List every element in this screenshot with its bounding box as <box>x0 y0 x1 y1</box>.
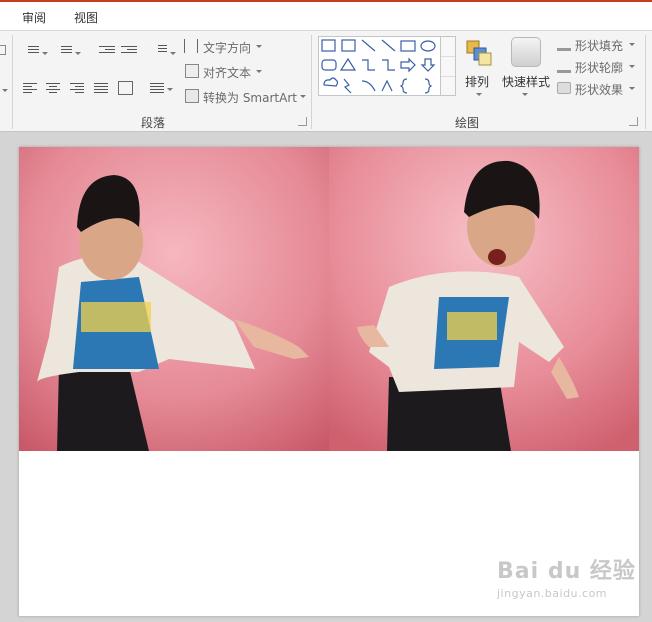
dialog-launcher-icon[interactable] <box>298 117 307 126</box>
align-text-button[interactable]: 对齐文本 <box>203 64 251 81</box>
baidu-logo: Bai du 经验 <box>497 559 636 584</box>
down-arrow-shape-icon <box>420 58 436 72</box>
slide-canvas[interactable] <box>19 147 639 616</box>
freeform-shape-icon <box>381 79 393 92</box>
chevron-down-icon <box>2 89 8 92</box>
chevron-down-icon[interactable] <box>300 95 306 98</box>
oval-shape-icon <box>420 40 436 52</box>
right-brace-icon <box>424 78 433 94</box>
arc-shape-icon <box>361 80 376 92</box>
chevron-down-icon[interactable] <box>256 70 262 73</box>
quick-styles-button[interactable]: 快速样式 <box>502 73 550 90</box>
gallery-scrollbar[interactable] <box>440 36 456 96</box>
numbering-icon[interactable] <box>56 46 72 55</box>
left-brace-icon <box>399 78 408 94</box>
justify-icon[interactable] <box>94 83 108 95</box>
chevron-down-icon[interactable] <box>256 45 262 48</box>
chevron-down-icon[interactable] <box>476 93 482 96</box>
baidu-url: jingyan.baidu.com <box>497 587 608 600</box>
columns-icon[interactable] <box>150 83 164 95</box>
arrange-icon[interactable] <box>465 39 493 67</box>
chevron-down-icon[interactable] <box>629 87 635 90</box>
shape-effects-icon <box>557 82 571 94</box>
chevron-down-icon[interactable] <box>42 52 48 55</box>
slide-photo-right[interactable] <box>329 147 639 451</box>
pencil-outline-icon <box>557 61 571 73</box>
arrange-button[interactable]: 排列 <box>465 73 489 90</box>
tab-view[interactable]: 视图 <box>74 9 98 26</box>
line-spacing-icon[interactable] <box>153 45 167 54</box>
baidu-watermark: Bai du 经验 jingyan.baidu.com <box>497 553 636 600</box>
paint-bucket-icon <box>557 39 571 51</box>
chevron-down-icon[interactable] <box>629 65 635 68</box>
rounded-rect-shape-icon <box>321 59 337 71</box>
cloud-shape-icon <box>323 77 339 87</box>
smartart-icon <box>185 89 199 103</box>
shape-outline-button[interactable]: 形状轮廓 <box>575 59 623 76</box>
partial-icon <box>0 45 6 55</box>
convert-smartart-button[interactable]: 转换为 SmartArt <box>203 89 297 106</box>
tab-review[interactable]: 审阅 <box>22 9 46 26</box>
shape-fill-button[interactable]: 形状填充 <box>575 37 623 54</box>
increase-indent-icon[interactable] <box>121 46 137 55</box>
elbow-connector-icon <box>362 59 375 71</box>
align-left-icon[interactable] <box>23 83 37 95</box>
line-shape-icon <box>361 39 376 52</box>
shapes-gallery-icons <box>321 39 436 94</box>
gallery-scroll-up[interactable] <box>441 37 455 57</box>
arrow-line-shape-icon <box>381 39 396 52</box>
gallery-scroll-down[interactable] <box>441 57 455 77</box>
align-center-icon[interactable] <box>46 83 60 95</box>
align-text-icon <box>185 64 199 78</box>
photo-left-image <box>19 147 329 451</box>
chevron-down-icon[interactable] <box>629 43 635 46</box>
quick-styles-icon[interactable] <box>511 37 541 67</box>
shapes-gallery[interactable] <box>318 36 456 96</box>
ribbon: 文字方向 对齐文本 转换为 SmartArt 段落 排列 快速样式 形状填充 形… <box>0 30 652 132</box>
align-right-icon[interactable] <box>70 83 84 95</box>
distributed-icon[interactable] <box>118 81 133 95</box>
decrease-indent-icon[interactable] <box>99 46 115 55</box>
text-direction-button[interactable]: 文字方向 <box>203 39 251 56</box>
chevron-down-icon[interactable] <box>522 93 528 96</box>
triangle-shape-icon <box>339 57 357 71</box>
dialog-launcher-icon[interactable] <box>629 117 638 126</box>
gallery-more[interactable] <box>441 77 455 97</box>
lightning-shape-icon <box>343 78 352 94</box>
text-direction-icon <box>184 39 198 53</box>
rectangle-shape-icon <box>400 40 416 52</box>
right-arrow-shape-icon <box>400 57 416 73</box>
chevron-down-icon[interactable] <box>75 52 81 55</box>
bullets-icon[interactable] <box>23 46 39 55</box>
vertical-textbox-shape-icon <box>341 39 356 52</box>
shape-effects-button[interactable]: 形状效果 <box>575 81 623 98</box>
drawing-group-label: 绘图 <box>455 116 480 130</box>
chevron-down-icon[interactable] <box>167 88 173 91</box>
photo-right-image <box>329 147 639 451</box>
chevron-down-icon[interactable] <box>170 52 176 55</box>
paragraph-group-label: 段落 <box>141 116 166 130</box>
elbow-arrow-icon <box>382 59 395 71</box>
textbox-shape-icon <box>321 39 336 52</box>
slide-photo-left[interactable] <box>19 147 329 451</box>
ribbon-tab-bar: 审阅 视图 <box>0 0 652 30</box>
